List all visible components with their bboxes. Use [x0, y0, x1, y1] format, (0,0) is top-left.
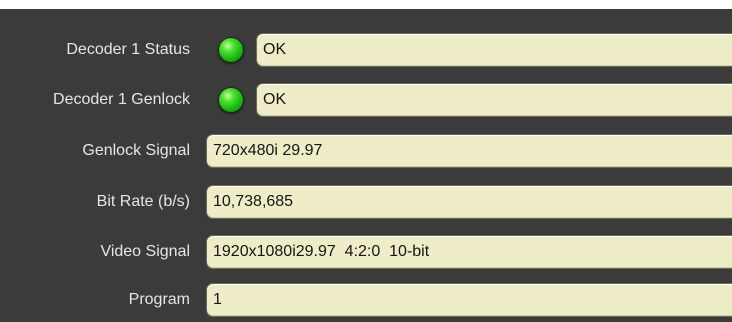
- decoder-status-panel: Decoder 1 Status OK Decoder 1 Genlock OK…: [0, 9, 732, 322]
- video-signal-value: 1920x1080i29.97 4:2:0 10-bit: [213, 243, 430, 260]
- row-bit-rate: Bit Rate (b/s) 10,738,685: [0, 180, 732, 224]
- decoder-1-status-label: Decoder 1 Status: [66, 41, 190, 58]
- genlock-signal-field: 720x480i 29.97: [206, 134, 732, 168]
- row-decoder-1-status: Decoder 1 Status OK: [0, 28, 732, 72]
- green-led-icon: [218, 37, 244, 63]
- decoder-1-status-field: OK: [256, 33, 732, 67]
- genlock-signal-label: Genlock Signal: [82, 142, 190, 159]
- program-label: Program: [128, 291, 190, 308]
- decoder-1-status-value: OK: [263, 41, 287, 58]
- program-value: 1: [213, 291, 222, 308]
- genlock-signal-value: 720x480i 29.97: [213, 142, 323, 159]
- decoder-1-genlock-label: Decoder 1 Genlock: [53, 91, 190, 108]
- row-video-signal: Video Signal 1920x1080i29.97 4:2:0 10-bi…: [0, 230, 732, 274]
- bit-rate-value: 10,738,685: [213, 193, 294, 210]
- video-signal-field: 1920x1080i29.97 4:2:0 10-bit: [206, 235, 732, 269]
- row-genlock-signal: Genlock Signal 720x480i 29.97: [0, 129, 732, 173]
- row-program: Program 1: [0, 278, 732, 322]
- decoder-1-genlock-field: OK: [256, 83, 732, 117]
- decoder-1-genlock-value: OK: [263, 91, 287, 108]
- video-signal-label: Video Signal: [100, 243, 190, 260]
- row-decoder-1-genlock: Decoder 1 Genlock OK: [0, 78, 732, 122]
- bit-rate-label: Bit Rate (b/s): [96, 193, 190, 210]
- green-led-icon: [218, 87, 244, 113]
- program-field: 1: [206, 283, 732, 317]
- bit-rate-field: 10,738,685: [206, 185, 732, 219]
